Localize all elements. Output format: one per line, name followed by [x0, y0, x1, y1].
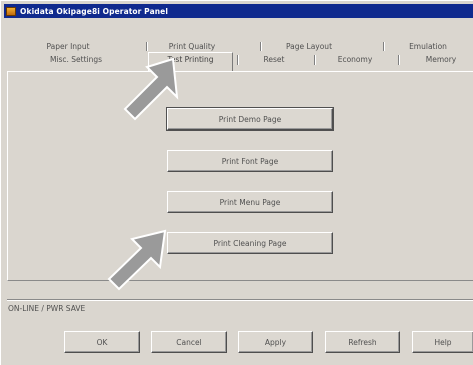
print-demo-page-button[interactable]: Print Demo Page [166, 107, 334, 131]
printer-status-text: ON-LINE / PWR SAVE [8, 304, 86, 313]
ok-button[interactable]: OK [64, 331, 140, 353]
window-title: Okidata Okipage8i Operator Panel [20, 6, 169, 16]
cancel-button[interactable]: Cancel [151, 331, 227, 353]
arrow-icon [107, 229, 167, 291]
tab-misc-settings[interactable]: Misc. Settings [37, 54, 115, 65]
tab-memory[interactable]: Memory [411, 54, 471, 65]
refresh-button[interactable]: Refresh [325, 331, 400, 353]
tab-separator [398, 55, 399, 65]
title-bar[interactable]: Okidata Okipage8i Operator Panel [4, 4, 473, 18]
apply-button[interactable]: Apply [238, 331, 313, 353]
print-menu-page-button[interactable]: Print Menu Page [167, 191, 333, 213]
operator-panel-window: Okidata Okipage8i Operator Panel Paper I… [0, 0, 473, 365]
tab-separator [237, 55, 238, 65]
tab-print-quality[interactable]: Print Quality [157, 41, 227, 52]
tab-separator [314, 55, 315, 65]
tab-separator [383, 42, 384, 51]
tab-reset[interactable]: Reset [248, 54, 300, 65]
printer-app-icon [6, 6, 16, 16]
status-divider [7, 299, 473, 301]
tab-page-layout[interactable]: Page Layout [271, 41, 347, 52]
tab-separator [146, 42, 147, 51]
tab-separator [260, 42, 261, 51]
print-font-page-button[interactable]: Print Font Page [167, 150, 333, 172]
tab-economy[interactable]: Economy [324, 54, 386, 65]
tab-paper-input[interactable]: Paper Input [33, 41, 103, 52]
print-cleaning-page-button[interactable]: Print Cleaning Page [167, 232, 333, 254]
arrow-icon [123, 57, 179, 121]
help-button[interactable]: Help [412, 331, 473, 353]
tab-emulation[interactable]: Emulation [393, 41, 463, 52]
